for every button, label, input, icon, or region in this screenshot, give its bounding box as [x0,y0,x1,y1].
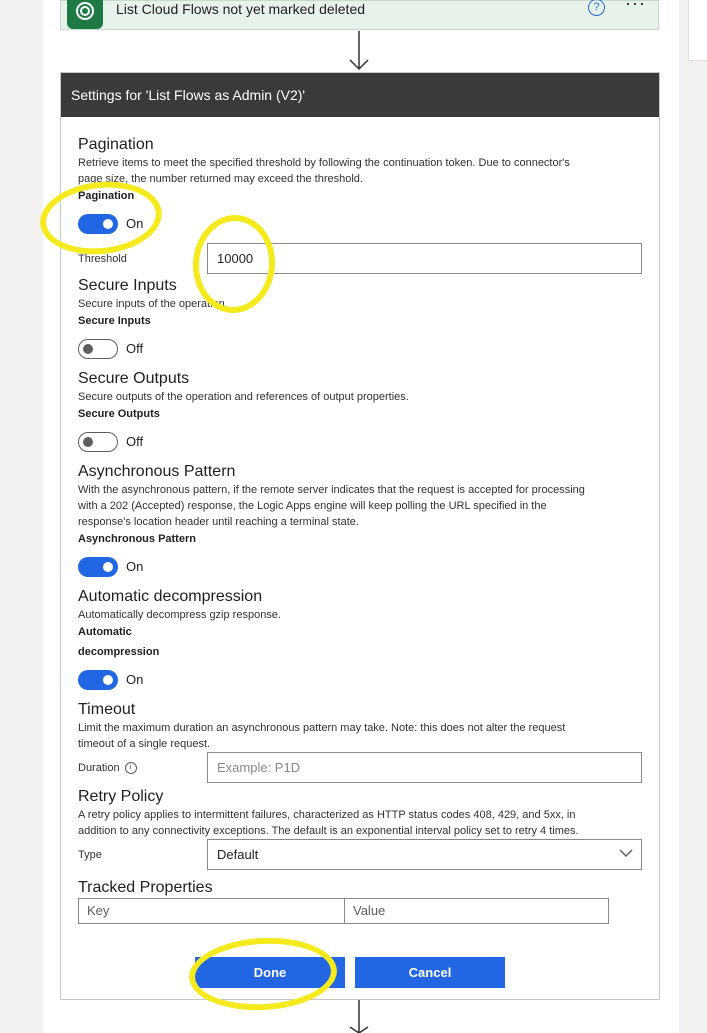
secure-inputs-desc: Secure inputs of the operation. [78,298,228,310]
decompression-desc: Automatically decompress gzip response. [78,609,281,621]
retry-title: Retry Policy [78,788,164,805]
pagination-title: Pagination [78,136,154,153]
duration-input[interactable]: Example: P1D [207,752,642,783]
timeout-desc-1: Limit the maximum duration an asynchrono… [78,722,566,734]
async-desc-3: response's location header until reachin… [78,516,359,528]
help-icon[interactable]: ? [588,0,605,16]
side-panel-edge [688,0,707,61]
timeout-title: Timeout [78,701,136,718]
threshold-label: Threshold [78,253,127,265]
retry-desc-2: addition to any connectivity exceptions.… [78,825,579,837]
retry-type-dropdown[interactable]: Default [207,839,642,870]
connector-arrow-down-icon [349,1000,369,1033]
secure-outputs-title: Secure Outputs [78,370,190,387]
decompression-toggle-state: On [126,672,144,687]
secure-inputs-title: Secure Inputs [78,277,177,294]
secure-inputs-label: Secure Inputs [78,315,151,327]
trigger-title: List Cloud Flows not yet marked deleted [116,1,366,17]
retry-type-value: Default [217,847,259,862]
more-options-icon[interactable]: ··· [625,0,646,14]
timeout-desc-2: timeout of a single request. [78,738,211,750]
secure-outputs-label: Secure Outputs [78,408,160,420]
secure-inputs-toggle[interactable] [78,339,118,359]
dataverse-icon [67,0,103,29]
trigger-card[interactable]: List Cloud Flows not yet marked deleted … [60,0,659,30]
async-title: Asynchronous Pattern [78,463,236,480]
decompression-toggle[interactable] [78,670,118,690]
chevron-down-icon [619,849,633,858]
connector-arrow-icon [349,31,369,71]
duration-label-row: Duration i [78,762,137,775]
retry-desc-1: A retry policy applies to intermittent f… [78,809,576,821]
tracked-value-input[interactable]: Value [344,898,609,924]
cancel-button[interactable]: Cancel [355,957,505,988]
decompression-label-1: Automatic [78,626,132,638]
pagination-desc-1: Retrieve items to meet the specified thr… [78,157,570,169]
async-toggle-state: On [126,559,144,574]
pagination-desc-2: page size, the number returned may excee… [78,173,363,185]
tracked-title: Tracked Properties [78,879,213,896]
settings-header: Settings for 'List Flows as Admin (V2)' [61,73,659,117]
async-label: Asynchronous Pattern [78,533,196,545]
async-toggle[interactable] [78,557,118,577]
duration-label: Duration [78,762,120,774]
info-icon[interactable]: i [124,762,137,775]
tracked-key-input[interactable]: Key [78,898,345,924]
retry-type-label: Type [78,849,102,861]
secure-outputs-toggle-state: Off [126,434,144,449]
secure-outputs-desc: Secure outputs of the operation and refe… [78,391,409,403]
async-desc-2: with a 202 (Accepted) response, the Logi… [78,500,547,512]
async-desc-1: With the asynchronous pattern, if the re… [78,484,585,496]
decompression-title: Automatic decompression [78,588,263,605]
secure-inputs-toggle-state: Off [126,341,144,356]
secure-outputs-toggle[interactable] [78,432,118,452]
decompression-label-2: decompression [78,646,160,658]
